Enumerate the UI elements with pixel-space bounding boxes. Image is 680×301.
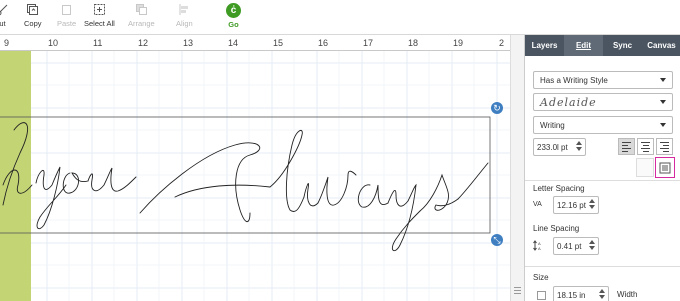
arrange-icon [135, 3, 148, 16]
align-center-button[interactable] [637, 138, 654, 155]
tab-canvas[interactable]: Canvas [642, 35, 680, 56]
edit-toolbar: ut Copy Paste Select All Arrange Align ċ… [0, 0, 680, 35]
resize-handle-icon[interactable]: ⤡ [491, 234, 503, 246]
font-style-value: Writing [540, 120, 565, 130]
canvas-vertical-scrollbar[interactable] [510, 35, 524, 301]
copy-button[interactable]: Copy [24, 3, 42, 28]
align-label: Align [176, 19, 193, 28]
align-button[interactable]: Align [176, 3, 193, 28]
width-label: Width [617, 290, 638, 299]
align-left-button[interactable] [618, 138, 635, 155]
properties-panel: Layers Edit Sync Canvas Has a Writing St… [524, 35, 680, 301]
script-text-path [2, 122, 489, 252]
font-style-dropdown[interactable]: Writing [533, 116, 673, 134]
svg-text:A: A [538, 246, 541, 251]
go-label: Go [228, 20, 239, 29]
line-spacing-icon: AA [533, 240, 541, 251]
width-input[interactable]: 18.15 in [553, 286, 609, 301]
advanced-text-button[interactable] [655, 157, 675, 178]
tab-edit[interactable]: Edit [564, 35, 603, 56]
cut-button[interactable]: ut [0, 3, 9, 28]
copy-icon [26, 3, 39, 16]
letter-spacing-label: Letter Spacing [533, 184, 585, 193]
line-spacing-input[interactable]: 0.41 pt [553, 237, 599, 255]
font-size-input[interactable]: 233.0l pt [533, 138, 586, 156]
text-option-button[interactable] [636, 158, 654, 177]
select-all-icon [93, 3, 106, 16]
chevron-down-icon [660, 78, 666, 82]
advanced-text-icon [659, 162, 671, 173]
rotate-handle-icon[interactable]: ↻ [491, 102, 503, 114]
cut-icon [0, 3, 9, 16]
go-button[interactable]: ċ Go [226, 3, 241, 29]
letter-spacing-value: 12.16 pt [557, 200, 586, 210]
arrange-label: Arrange [128, 19, 155, 28]
paste-icon [60, 3, 73, 16]
align-right-button[interactable] [656, 138, 673, 155]
width-value: 18.15 in [557, 290, 586, 300]
copy-label: Copy [24, 19, 42, 28]
align-icon [178, 3, 191, 16]
font-dropdown[interactable]: Adelaide [533, 93, 673, 111]
chevron-down-icon [660, 123, 666, 127]
tab-sync[interactable]: Sync [603, 35, 642, 56]
select-all-label: Select All [84, 19, 115, 28]
text-object[interactable] [0, 35, 510, 301]
letter-spacing-input[interactable]: 12.16 pt [553, 196, 599, 214]
letter-spacing-icon: VA [533, 201, 542, 208]
design-canvas[interactable]: 9 10 11 12 13 14 15 16 17 18 19 2 ↻ ⤡ [0, 35, 510, 301]
font-name-value: Adelaide [540, 95, 597, 109]
size-label: Size [533, 273, 549, 282]
font-size-value: 233.0l pt [537, 142, 568, 152]
font-size-stepper[interactable] [576, 141, 582, 151]
lock-proportions-checkbox[interactable] [537, 291, 546, 300]
letter-spacing-stepper[interactable] [589, 199, 595, 209]
panel-divider [525, 266, 680, 267]
arrange-button[interactable]: Arrange [128, 3, 155, 28]
paste-label: Paste [57, 19, 77, 28]
panel-tab-bar: Layers Edit Sync Canvas [525, 35, 680, 56]
text-style-value: Has a Writing Style [540, 75, 608, 85]
line-spacing-label: Line Spacing [533, 224, 580, 233]
line-spacing-value: 0.41 pt [557, 241, 582, 251]
text-style-dropdown[interactable]: Has a Writing Style [533, 71, 673, 89]
paste-button[interactable]: Paste [57, 3, 76, 28]
scrollbar-grip-icon[interactable] [514, 287, 521, 297]
chevron-down-icon [660, 100, 666, 104]
cut-label: ut [0, 19, 6, 28]
width-stepper[interactable] [599, 289, 605, 299]
select-all-button[interactable]: Select All [84, 3, 115, 28]
design-space-window: ut Copy Paste Select All Arrange Align ċ… [0, 0, 680, 301]
line-spacing-stepper[interactable] [589, 240, 595, 250]
go-icon: ċ [226, 3, 241, 18]
tab-layers[interactable]: Layers [525, 35, 564, 56]
panel-divider [525, 180, 680, 181]
